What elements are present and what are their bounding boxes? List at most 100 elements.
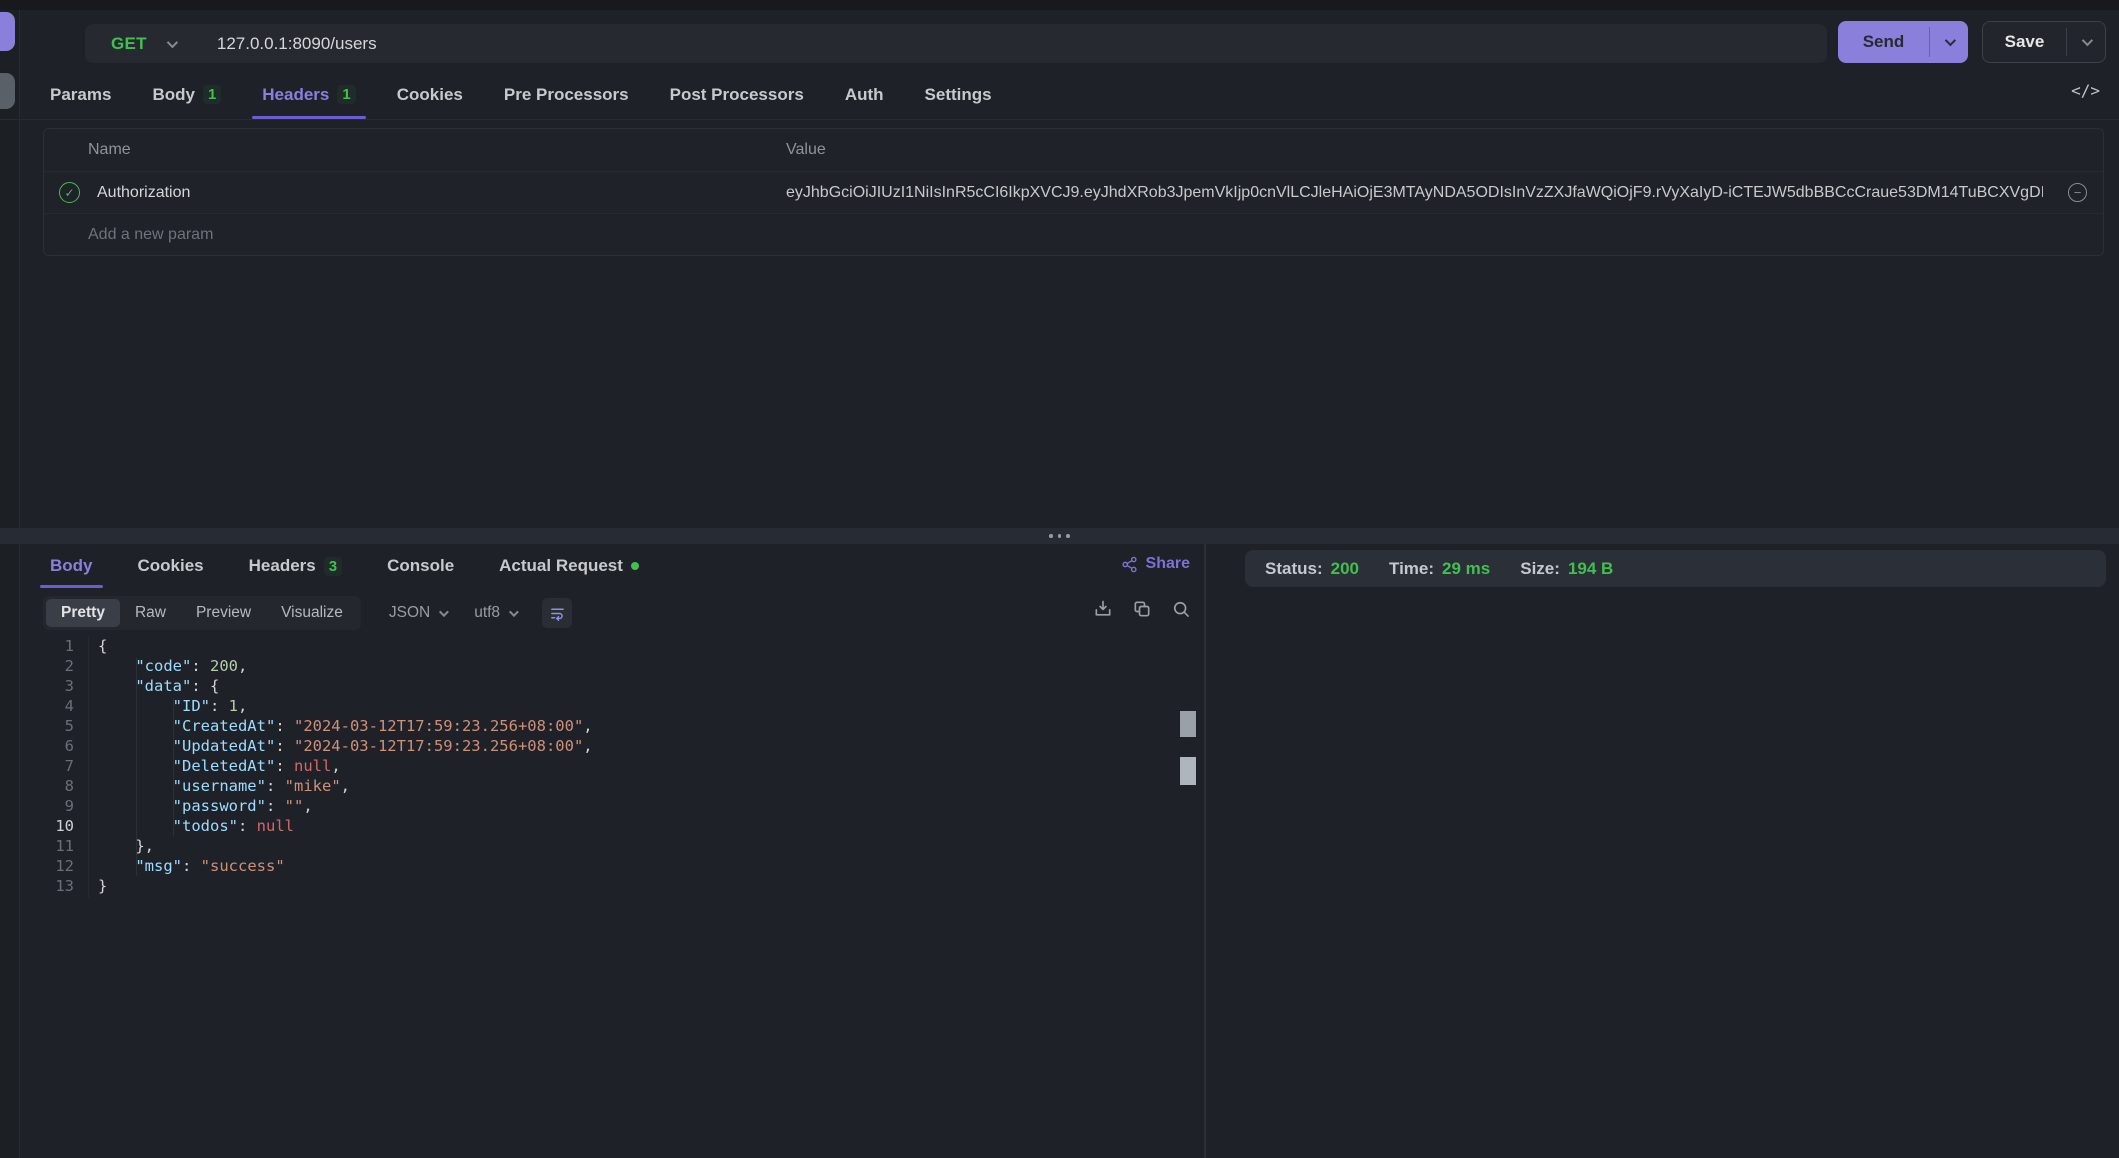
format-select[interactable]: JSON — [389, 604, 446, 622]
chevron-down-icon — [509, 607, 519, 617]
response-tab-console[interactable]: Console — [387, 544, 454, 588]
response-meta-panel: Status:200 Time:29 ms Size:194 B — [1208, 544, 2119, 1158]
column-header-name: Name — [88, 141, 131, 159]
rail-handle-purple[interactable] — [0, 12, 15, 51]
gutter-divider — [88, 636, 89, 898]
table-row: ✓ Authorization eyJhbGciOiJIUzI1NiIsInR5… — [44, 171, 2103, 213]
response-headers-badge: 3 — [324, 557, 342, 576]
tab-headers-badge: 1 — [337, 85, 355, 104]
header-value-cell[interactable]: eyJhbGciOiJIUzI1NiIsInR5cCI6IkpXVCJ9.eyJ… — [786, 184, 2043, 202]
line-number: 7 — [0, 756, 74, 776]
line-number: 11 — [0, 836, 74, 856]
request-tabs: Params Body1 Headers1 Cookies Pre Proces… — [50, 70, 992, 119]
scrollbar-mark — [1180, 711, 1196, 737]
code-line: 5 "CreatedAt": "2024-03-12T17:59:23.256+… — [0, 716, 1180, 736]
line-number: 9 — [0, 796, 74, 816]
tab-cookies[interactable]: Cookies — [397, 70, 463, 119]
view-toggle-pretty[interactable]: Pretty — [46, 599, 120, 627]
chevron-down-icon — [1945, 35, 1956, 46]
tab-body-badge: 1 — [203, 85, 221, 104]
view-toggle-preview[interactable]: Preview — [181, 599, 266, 627]
line-content: { — [98, 636, 107, 656]
save-dropdown[interactable] — [2067, 22, 2105, 62]
tab-params[interactable]: Params — [50, 70, 111, 119]
column-header-value: Value — [786, 141, 826, 159]
url-input[interactable]: 127.0.0.1:8090/users — [217, 34, 377, 54]
tab-body[interactable]: Body1 — [152, 70, 221, 119]
search-icon — [1171, 599, 1191, 619]
method-selector[interactable]: GET — [111, 34, 147, 54]
view-toggle-raw[interactable]: Raw — [120, 599, 181, 627]
tab-post-processors[interactable]: Post Processors — [670, 70, 804, 119]
save-button-group: Save — [1982, 21, 2106, 63]
table-header-row: Name Value — [44, 129, 2103, 171]
editor-actions — [1092, 598, 1192, 620]
size-badge: Size:194 B — [1520, 559, 1613, 579]
line-number: 13 — [0, 876, 74, 896]
scrollbar-mark — [1180, 757, 1196, 785]
line-number: 1 — [0, 636, 74, 656]
share-button[interactable]: Share — [1121, 555, 1190, 573]
code-line: 6 "UpdatedAt": "2024-03-12T17:59:23.256+… — [0, 736, 1180, 756]
line-number: 4 — [0, 696, 74, 716]
panel-splitter[interactable] — [0, 528, 2119, 544]
tab-headers[interactable]: Headers1 — [262, 70, 355, 119]
view-toggle-visualize[interactable]: Visualize — [266, 599, 358, 627]
headers-table: Name Value ✓ Authorization eyJhbGciOiJIU… — [43, 128, 2104, 256]
view-toggle-group: Pretty Raw Preview Visualize — [43, 596, 361, 630]
line-number: 12 — [0, 856, 74, 876]
time-badge: Time:29 ms — [1389, 559, 1490, 579]
rail-handle-gray[interactable] — [0, 73, 15, 109]
download-icon — [1093, 599, 1113, 619]
drag-handle-dot — [1049, 534, 1053, 538]
line-number: 10 — [0, 816, 74, 836]
code-line: 7 "DeletedAt": null, — [0, 756, 1180, 776]
drag-handle-dot — [1058, 534, 1062, 538]
add-param-label: Add a new param — [88, 226, 213, 244]
header-name-cell[interactable]: Authorization — [97, 184, 190, 202]
line-number: 8 — [0, 776, 74, 796]
check-circle-icon[interactable]: ✓ — [59, 182, 80, 203]
line-number: 6 — [0, 736, 74, 756]
encoding-select[interactable]: utf8 — [474, 604, 516, 622]
chevron-down-icon — [2082, 35, 2093, 46]
code-editor[interactable]: 1{2 "code": 200,3 "data": {4 "ID": 1,5 "… — [0, 636, 1180, 1156]
code-line: 10 "todos": null — [0, 816, 1180, 836]
tabs-divider — [0, 119, 2119, 120]
status-badge: Status:200 — [1265, 559, 1359, 579]
tab-pre-processors[interactable]: Pre Processors — [504, 70, 629, 119]
response-tab-body[interactable]: Body — [50, 544, 93, 588]
code-view-icon[interactable]: </> — [2071, 81, 2100, 100]
tab-settings[interactable]: Settings — [925, 70, 992, 119]
send-dropdown[interactable] — [1930, 21, 1968, 63]
share-icon — [1121, 556, 1138, 573]
response-tab-cookies[interactable]: Cookies — [138, 544, 204, 588]
minus-circle-icon[interactable]: − — [2068, 183, 2087, 202]
line-content: "todos": null — [98, 816, 294, 836]
code-line: 1{ — [0, 636, 1180, 656]
send-button[interactable]: Send — [1838, 21, 1929, 63]
code-line: 2 "code": 200, — [0, 656, 1180, 676]
copy-button[interactable] — [1131, 598, 1153, 620]
line-number: 3 — [0, 676, 74, 696]
line-content: "password": "", — [98, 796, 313, 816]
wrap-lines-button[interactable] — [542, 598, 572, 628]
download-button[interactable] — [1092, 598, 1114, 620]
wrap-lines-icon — [549, 605, 566, 622]
code-line: 13} — [0, 876, 1180, 896]
save-button[interactable]: Save — [1983, 22, 2066, 62]
line-number: 2 — [0, 656, 74, 676]
chevron-down-icon[interactable] — [167, 36, 178, 47]
line-content: "code": 200, — [98, 656, 247, 676]
code-line: 3 "data": { — [0, 676, 1180, 696]
line-content: "DeletedAt": null, — [98, 756, 341, 776]
add-param-row[interactable]: Add a new param — [44, 213, 2103, 255]
response-tab-headers[interactable]: Headers3 — [249, 544, 342, 588]
tab-auth[interactable]: Auth — [845, 70, 884, 119]
code-line: 12 "msg": "success" — [0, 856, 1180, 876]
green-dot-icon — [631, 562, 639, 570]
line-content: } — [98, 876, 107, 896]
response-tab-actual-request[interactable]: Actual Request — [499, 544, 639, 588]
search-button[interactable] — [1170, 598, 1192, 620]
indent-guide — [136, 658, 137, 876]
